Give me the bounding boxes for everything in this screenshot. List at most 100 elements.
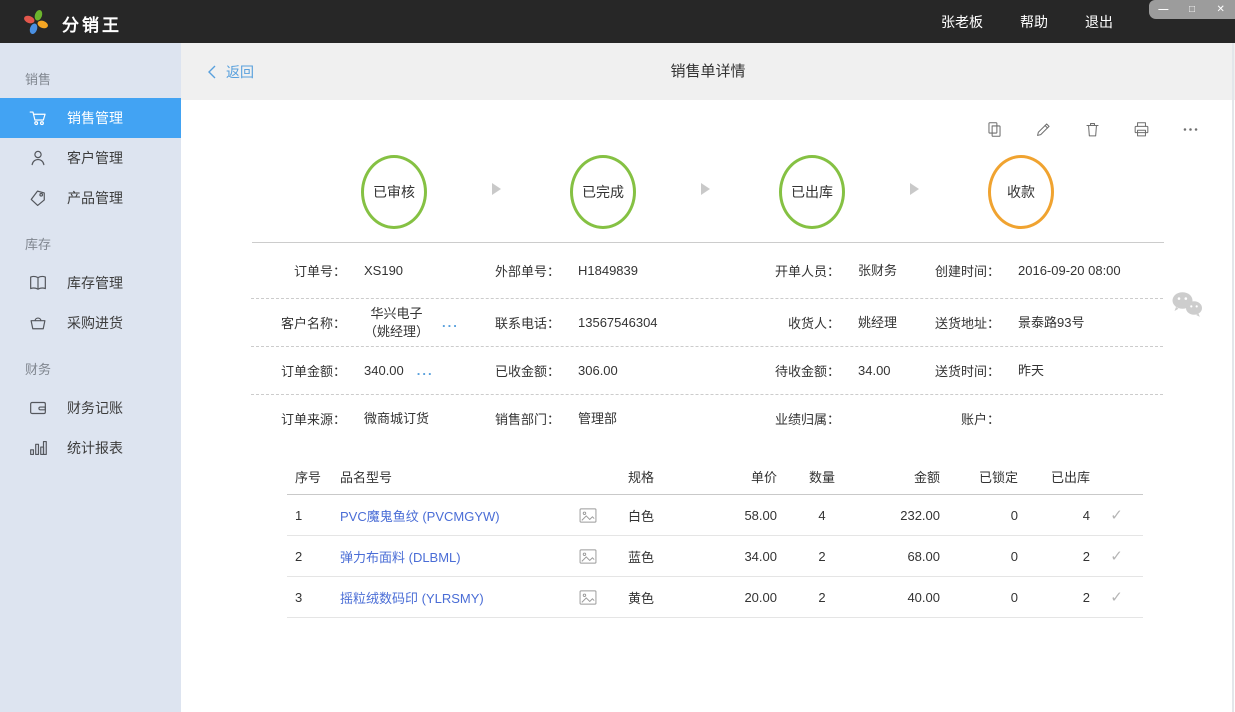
shipped-check-icon: ✓ <box>1110 548 1123 565</box>
product-name-link[interactable]: PVC魔鬼鱼纹 (PVCMGYW) <box>332 506 565 525</box>
scrollbar-track[interactable] <box>1232 43 1234 712</box>
field-label-order-amount: 订单金额： <box>280 364 346 379</box>
status-step-collect-payment[interactable]: 收款 <box>988 155 1054 229</box>
close-button[interactable]: ✕ <box>1209 0 1233 19</box>
chevron-left-icon <box>208 65 216 78</box>
cell-qty: 4 <box>818 507 826 523</box>
sidebar-item-label: 统计报表 <box>67 440 123 456</box>
more-icon[interactable] <box>1181 120 1200 139</box>
cell-price: 20.00 <box>744 589 777 605</box>
field-value-received-amount: 306.00 <box>578 362 618 378</box>
cell-spec: 黄色 <box>628 590 655 606</box>
field-value-order-no: XS190 <box>364 262 404 278</box>
titlebar: 分销王 张老板 帮助 退出 — □ ✕ <box>0 0 1235 43</box>
detail-row: 订单来源： 微商城订货 销售部门： 管理部 业绩归属： 账户： <box>251 395 1163 442</box>
user-menu-item[interactable]: 张老板 <box>941 12 983 32</box>
product-name-link[interactable]: 弹力布面料 (DLBML) <box>332 547 565 566</box>
sidebar-item-inventory-management[interactable]: 库存管理 <box>0 263 181 303</box>
back-label: 返回 <box>226 63 254 80</box>
sidebar-item-label: 财务记账 <box>67 400 123 416</box>
sidebar-item-label: 库存管理 <box>67 275 123 291</box>
sidebar-item-label: 采购进货 <box>67 315 123 331</box>
page-title: 销售单详情 <box>670 63 746 80</box>
products-table: 序号 品名型号 规格 单价 数量 金额 已锁定 已出库 1 PVC魔鬼鱼纹 (P… <box>287 458 1143 618</box>
delete-icon[interactable] <box>1083 120 1102 139</box>
minimize-button[interactable]: — <box>1151 0 1175 19</box>
wallet-icon <box>26 396 50 420</box>
product-name-link[interactable]: 摇粒绒数码印 (YLRSMY) <box>332 588 565 607</box>
field-label-sales-department: 销售部门： <box>494 412 560 427</box>
field-value-phone: 13567546304 <box>578 314 658 330</box>
back-button[interactable]: 返回 <box>207 43 254 100</box>
product-image-icon[interactable] <box>565 507 610 523</box>
field-value-external-no: H1849839 <box>578 262 638 278</box>
status-step-completed[interactable]: 已完成 <box>570 155 636 229</box>
basket-icon <box>26 311 50 335</box>
status-step-audited[interactable]: 已审核 <box>361 155 427 229</box>
field-value-delivery-time: 昨天 <box>1018 362 1045 378</box>
cell-seq: 2 <box>295 548 303 564</box>
detail-row: 订单金额： 340.00... 已收金额： 306.00 待收金额： 34.00 送货… <box>251 347 1163 395</box>
col-header-spec: 规格 <box>628 469 655 485</box>
person-icon <box>26 146 50 170</box>
amount-more-link[interactable]: ... <box>417 363 434 378</box>
status-step-shipped[interactable]: 已出库 <box>779 155 845 229</box>
window-controls: — □ ✕ <box>1149 0 1235 19</box>
shipped-check-icon: ✓ <box>1110 589 1123 606</box>
field-label-performance-owner: 业绩归属： <box>774 412 840 427</box>
field-label-account: 账户： <box>960 412 1000 427</box>
table-row: 3 摇粒绒数码印 (YLRSMY) 黄色 20.00 2 40.00 0 2 ✓ <box>287 577 1143 618</box>
sidebar-item-purchasing[interactable]: 采购进货 <box>0 303 181 343</box>
sidebar-item-statistics-reports[interactable]: 统计报表 <box>0 428 181 468</box>
cell-amount: 68.00 <box>907 548 940 564</box>
cell-amount: 232.00 <box>900 507 940 523</box>
sidebar-item-label: 客户管理 <box>67 150 123 166</box>
cell-qty: 2 <box>818 548 826 564</box>
cell-amount: 40.00 <box>907 589 940 605</box>
cell-locked: 0 <box>1010 507 1018 523</box>
field-label-delivery-address: 送货地址： <box>934 316 1000 331</box>
cell-qty: 2 <box>818 589 826 605</box>
cell-out: 2 <box>1082 589 1090 605</box>
flow-arrow-icon <box>910 183 919 195</box>
col-header-name: 品名型号 <box>340 469 393 485</box>
maximize-button[interactable]: □ <box>1180 0 1204 19</box>
copy-icon[interactable] <box>985 120 1004 139</box>
wechat-icon[interactable] <box>1170 290 1204 326</box>
field-label-pending-amount: 待收金额： <box>774 364 840 379</box>
cell-spec: 白色 <box>628 508 655 524</box>
logout-menu-item[interactable]: 退出 <box>1085 12 1113 32</box>
edit-icon[interactable] <box>1034 120 1053 139</box>
table-row: 2 弹力布面料 (DLBML) 蓝色 34.00 2 68.00 0 2 ✓ <box>287 536 1143 577</box>
sidebar-item-customer-management[interactable]: 客户管理 <box>0 138 181 178</box>
cart-icon <box>26 106 50 130</box>
toolbar <box>985 120 1200 139</box>
print-icon[interactable] <box>1132 120 1151 139</box>
sidebar-item-finance-bookkeeping[interactable]: 财务记账 <box>0 388 181 428</box>
sidebar-item-product-management[interactable]: 产品管理 <box>0 178 181 218</box>
cell-spec: 蓝色 <box>628 549 655 565</box>
field-label-order-source: 订单来源： <box>280 412 346 427</box>
field-label-consignee: 收货人： <box>787 316 840 331</box>
cell-seq: 3 <box>295 589 303 605</box>
col-header-amount: 金额 <box>913 469 940 485</box>
sidebar-section-inventory: 库存 <box>25 237 52 252</box>
sidebar-item-sales-management[interactable]: 销售管理 <box>0 98 181 138</box>
sidebar-item-label: 销售管理 <box>67 110 123 126</box>
field-label-delivery-time: 送货时间： <box>934 364 1000 379</box>
customer-more-link[interactable]: ... <box>442 315 459 330</box>
cell-locked: 0 <box>1010 589 1018 605</box>
col-header-price: 单价 <box>750 469 777 485</box>
col-header-locked: 已锁定 <box>978 469 1018 485</box>
flow-arrow-icon <box>701 183 710 195</box>
cell-price: 58.00 <box>744 507 777 523</box>
bar-chart-icon <box>26 436 50 460</box>
app-title: 分销王 <box>62 16 122 35</box>
field-value-delivery-address: 景泰路93号 <box>1018 314 1085 330</box>
help-menu-item[interactable]: 帮助 <box>1020 12 1048 32</box>
product-image-icon[interactable] <box>565 548 610 564</box>
top-menu: 张老板 帮助 退出 <box>941 0 1113 43</box>
book-icon <box>26 271 50 295</box>
product-image-icon[interactable] <box>565 589 610 605</box>
shipped-check-icon: ✓ <box>1110 507 1123 524</box>
